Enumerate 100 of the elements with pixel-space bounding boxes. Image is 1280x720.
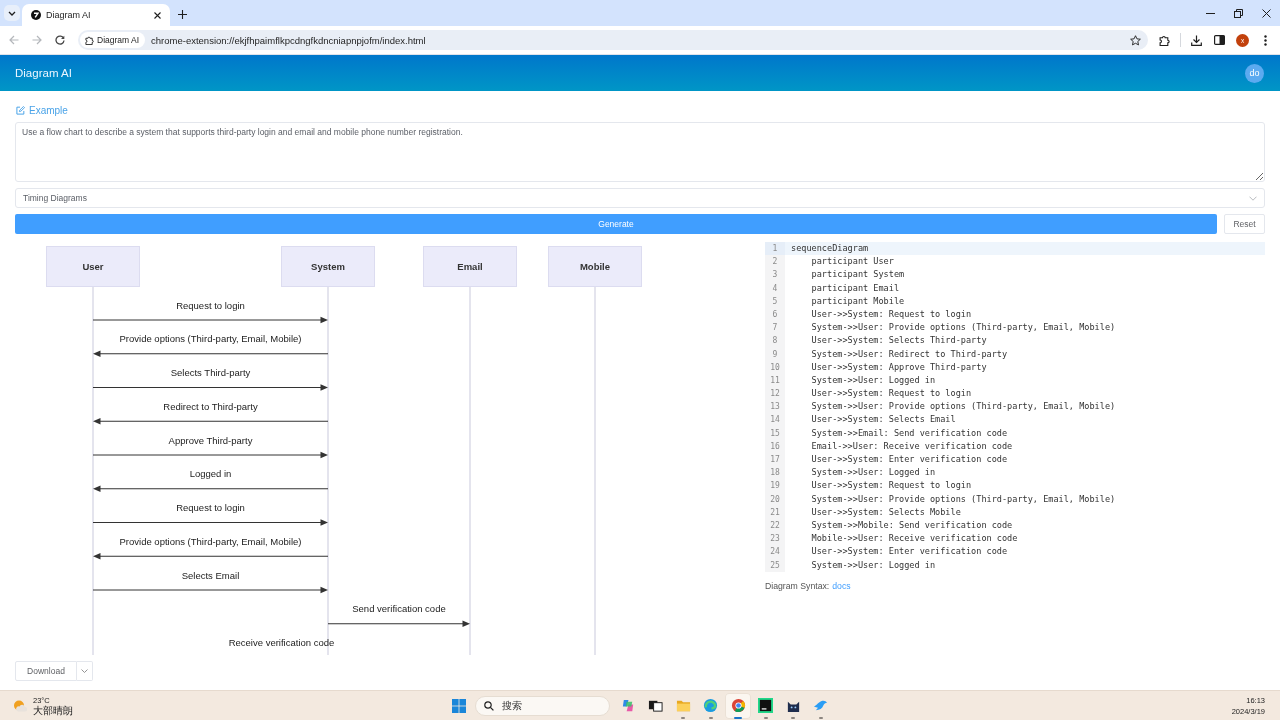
site-chip[interactable]: Diagram AI [80,32,146,48]
code-line: User->>System: Selects Email [810,413,957,427]
participant-node: User [46,246,140,287]
colored-shapes-icon [620,698,636,713]
message-label: Receive verification code [228,637,335,648]
arrow-left-icon [8,35,19,45]
download-button[interactable]: Download [15,661,77,681]
caret-icon [81,669,88,673]
line-number: 12 [769,388,781,401]
message-label: Approve Third-party [168,434,253,446]
close-icon [153,11,161,19]
line-number: 5 [771,295,779,308]
code-line: User->>System: Selects Mobile [810,505,962,519]
browser-tab[interactable]: Diagram AI [22,4,170,26]
code-line: System->>User: Logged in [810,558,937,572]
line-number: 9 [771,348,779,361]
code-line: User->>System: Request to login [810,479,973,493]
line-number: 13 [769,401,781,414]
search-field[interactable]: 搜索 [474,695,610,716]
line-number: 4 [771,282,779,295]
message-label: Logged in [189,468,232,480]
sidebar-icon [1214,35,1225,45]
line-number: 23 [769,533,781,546]
syntax-label: Diagram Syntax: [765,580,830,591]
reload-icon [54,35,65,45]
line-number: 11 [769,374,781,387]
folder-icon [675,698,691,713]
line-number: 6 [771,308,779,321]
chevron-down-icon [8,10,16,16]
message-label: Provide options (Third-party, Email, Mobile) [119,333,302,345]
code-line: participant Email [810,281,901,295]
line-number: 24 [769,546,781,559]
code-line: System->>Mobile: Send verification code [810,518,1014,532]
code-line: participant User [810,255,895,269]
dark-tile-icon [758,698,774,713]
participant-node: Email [423,246,517,287]
tab-list-button[interactable] [4,5,20,21]
message-label: Provide options (Third-party, Email, Mobile) [119,535,302,547]
ring-icon [730,698,746,713]
code-line: Mobile->>User: Receive verification code [810,532,1019,546]
line-number: 16 [769,440,781,453]
code-line: User->>System: Request to login [810,307,973,321]
restore-icon [1233,8,1243,18]
edit-icon [16,105,25,115]
line-number: 7 [771,322,779,335]
bird-icon [813,698,829,713]
swirl-icon [703,698,719,713]
line-number: 3 [771,269,779,282]
message-label: Request to login [176,502,245,513]
search-icon [483,700,494,711]
reset-button[interactable]: Reset [1224,214,1265,234]
star-icon [1129,34,1141,46]
line-number: 25 [769,559,781,572]
message-label: Redirect to Third-party [163,400,258,412]
line-number: 19 [769,480,781,493]
circle-logo-icon [31,10,41,20]
code-line: User->>System: Enter verification code [810,453,1009,466]
message-label: Send verification code [352,603,446,615]
app-title: Diagram AI [15,67,72,79]
close-icon [1261,8,1271,18]
chevron-down-icon [1249,195,1257,201]
code-line: User->>System: Approve Third-party [810,360,988,374]
line-number: 20 [769,493,781,506]
participant-node: System [281,246,375,287]
code-line: System->>User: Logged in [810,466,937,480]
line-number: 10 [769,361,781,374]
line-number: 2 [771,256,779,269]
code-line: User->>System: Selects Third-party [810,334,988,348]
weather-text: 大部晴朗 [33,705,73,716]
minimize-icon [1205,12,1215,14]
download-icon [1191,34,1202,46]
message-label: Selects Email [181,569,240,581]
plus-icon [177,9,187,19]
line-number: 15 [769,427,781,440]
address-bar[interactable]: Diagram AI chrome-extension://ekjfhpaimflkpcdngfkdncniapnpjofm/index.html [78,30,1148,50]
line-number: 22 [769,519,781,532]
code-line: System->>User: Logged in [810,373,937,387]
puzzle-icon [85,35,94,45]
line-number: 18 [769,467,781,480]
sun-cloud-icon [13,699,27,712]
code-line: System->>User: Provide options (Third-party, Email, Mobile) [810,321,1117,335]
participant-node: Mobile [548,246,642,287]
url-field[interactable]: chrome-extension://ekjfhpaimflkpcdngfkdncniapnpjofm/index.html [151,33,1126,47]
code-line: System->>User: Provide options (Third-party, Email, Mobile) [810,400,1117,414]
four-squares-icon [452,698,467,713]
arrow-right-icon [31,35,42,45]
line-number: 21 [769,506,781,519]
line-number: 8 [771,335,779,348]
code-line: User->>System: Enter verification code [810,545,1009,559]
code-line: Email->>User: Receive verification code [810,439,1014,453]
message-label: Selects Third-party [170,367,251,378]
message-label: Request to login [176,299,245,311]
menu-icon [1264,34,1267,46]
code-line: System->>Email: Send verification code [810,426,1009,440]
line-number: 1 [765,242,785,256]
overlapping-squares-icon [648,698,664,713]
code-line: User->>System: Request to login [810,387,973,401]
line-number: 14 [769,414,781,427]
diagram-type-select[interactable]: Timing Diagrams [15,188,1265,208]
prompt-field[interactable]: Use a flow chart to describe a system that supports third-party login and email and mobile phone number registration. [15,122,1265,182]
